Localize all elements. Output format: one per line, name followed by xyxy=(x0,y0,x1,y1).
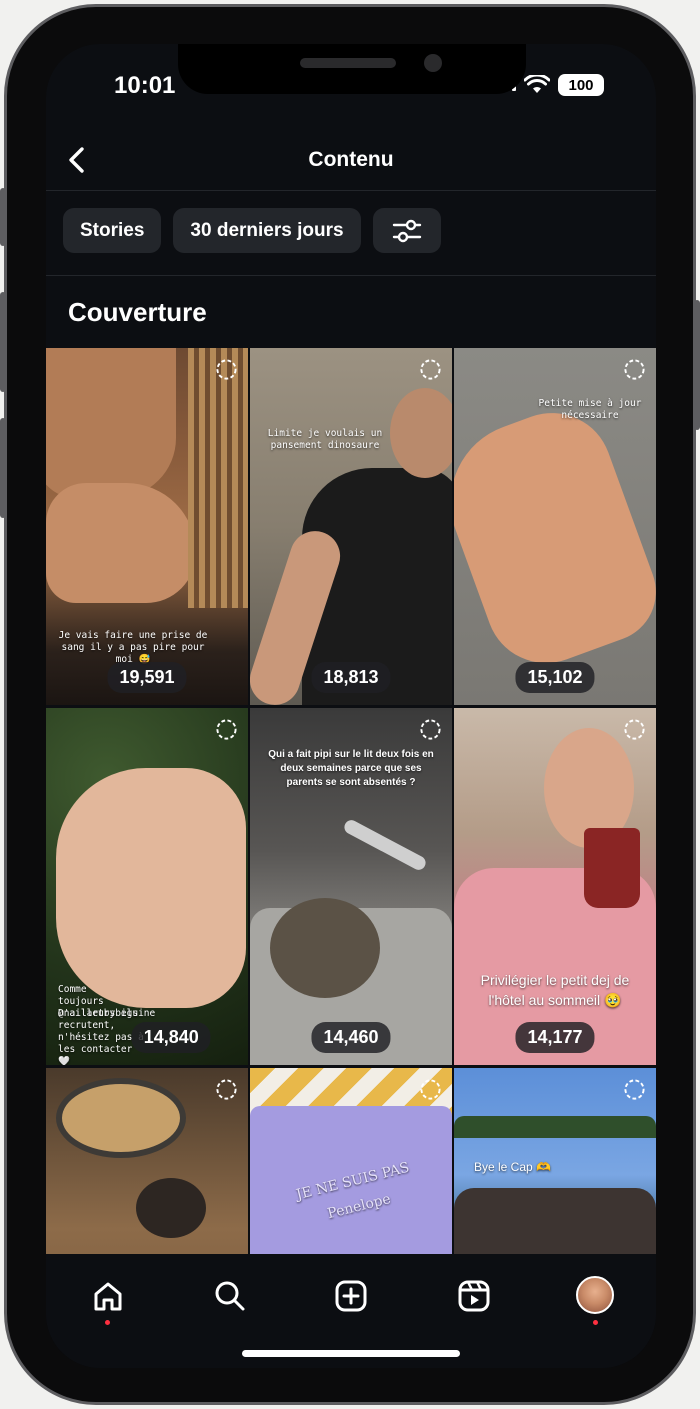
period-filter[interactable]: 30 derniers jours xyxy=(173,208,361,253)
story-grid: Je vais faire une prise de sang il y a p… xyxy=(46,348,656,1254)
loading-ring-icon xyxy=(216,1079,237,1100)
speaker xyxy=(300,58,396,68)
home-notification-dot xyxy=(105,1320,110,1325)
tile-caption: Privilégier le petit dej de l'hôtel au s… xyxy=(480,972,630,1008)
story-tile[interactable]: Limite je voulais un pansement dinosaure… xyxy=(250,348,452,705)
header-divider xyxy=(46,190,656,191)
home-icon xyxy=(94,1282,122,1311)
wifi-icon xyxy=(524,75,550,93)
status-time: 10:01 xyxy=(114,72,176,99)
tile-faucet xyxy=(341,817,429,873)
tile-fist xyxy=(56,768,246,1008)
top-bar: Contenu xyxy=(46,134,656,190)
search-icon xyxy=(215,1281,245,1311)
tile-stripes xyxy=(188,348,248,608)
story-tile[interactable]: JE NE SUIS PAS Penelope xyxy=(250,1068,452,1254)
reach-count: 19,591 xyxy=(107,662,187,693)
profile-notification-dot xyxy=(593,1320,598,1325)
reach-count: 15,102 xyxy=(515,662,595,693)
story-tile[interactable]: Comme toujours @nailartbybeguine D'aille… xyxy=(46,708,248,1065)
nav-create[interactable] xyxy=(331,1276,371,1316)
nav-profile[interactable] xyxy=(576,1276,616,1325)
tile-teapot xyxy=(136,1178,206,1238)
loading-ring-icon xyxy=(420,719,441,740)
story-tile[interactable]: Qui a fait pipi sur le lit deux fois en … xyxy=(250,708,452,1065)
volume-up-button xyxy=(0,292,6,392)
home-indicator xyxy=(242,1350,460,1357)
nav-home[interactable] xyxy=(88,1276,128,1325)
tile-trees xyxy=(454,1116,656,1138)
story-tile[interactable]: Je vais faire une prise de sang il y a p… xyxy=(46,348,248,705)
filter-divider xyxy=(46,275,656,276)
screen: 10:01 100 Contenu Stories 30 derniers jo… xyxy=(46,44,656,1368)
section-title: Couverture xyxy=(68,297,207,327)
filter-bar: Stories 30 derniers jours xyxy=(63,208,441,253)
loading-ring-icon xyxy=(624,719,645,740)
reach-count: 18,813 xyxy=(311,662,391,693)
reels-icon xyxy=(458,1280,490,1312)
tile-cat xyxy=(270,898,380,998)
filter-settings-button[interactable] xyxy=(372,208,441,253)
reach-count: 14,840 xyxy=(131,1022,211,1053)
tile-caption: Qui a fait pipi sur le lit deux fois en … xyxy=(268,749,434,788)
loading-ring-icon xyxy=(624,1079,645,1100)
story-tile[interactable] xyxy=(46,1068,248,1254)
loading-ring-icon xyxy=(216,719,237,740)
tile-mug xyxy=(584,828,640,908)
content-type-filter[interactable]: Stories xyxy=(63,208,162,253)
nav-reels[interactable] xyxy=(454,1276,494,1316)
power-button xyxy=(694,300,700,430)
story-tile[interactable]: Bye le Cap 🫶 xyxy=(454,1068,656,1254)
loading-ring-icon xyxy=(216,359,237,380)
story-tile[interactable]: Privilégier le petit dej de l'hôtel au s… xyxy=(454,708,656,1065)
reach-count: 14,177 xyxy=(515,1022,595,1053)
battery-indicator: 100 xyxy=(558,74,604,96)
tile-caption: Je vais faire une prise de sang il y a p… xyxy=(58,630,208,665)
nav-search[interactable] xyxy=(210,1276,250,1316)
loading-ring-icon xyxy=(624,359,645,380)
profile-avatar xyxy=(576,1276,614,1314)
tile-hand xyxy=(454,396,656,680)
tile-boat-group xyxy=(454,1188,656,1254)
volume-down-button xyxy=(0,418,6,518)
tile-caption: Bye le Cap 🫶 xyxy=(474,1160,551,1174)
create-icon xyxy=(335,1280,367,1312)
story-tile[interactable]: Petite mise à jour nécessaire 15,102 xyxy=(454,348,656,705)
notch xyxy=(178,44,526,94)
tile-head xyxy=(390,388,452,478)
loading-ring-icon xyxy=(420,359,441,380)
front-camera xyxy=(424,54,442,72)
silent-switch xyxy=(0,188,6,246)
page-title: Contenu xyxy=(308,148,394,171)
tile-caption: Limite je voulais un pansement dinosaure xyxy=(267,428,383,451)
loading-ring-icon xyxy=(420,1079,441,1100)
tile-face-area xyxy=(46,348,176,498)
reach-count: 14,460 xyxy=(311,1022,391,1053)
sliders-icon xyxy=(392,219,421,242)
tile-bowl xyxy=(56,1078,186,1158)
tile-hand-area xyxy=(46,483,196,603)
tile-caption: Petite mise à jour nécessaire xyxy=(538,398,642,421)
